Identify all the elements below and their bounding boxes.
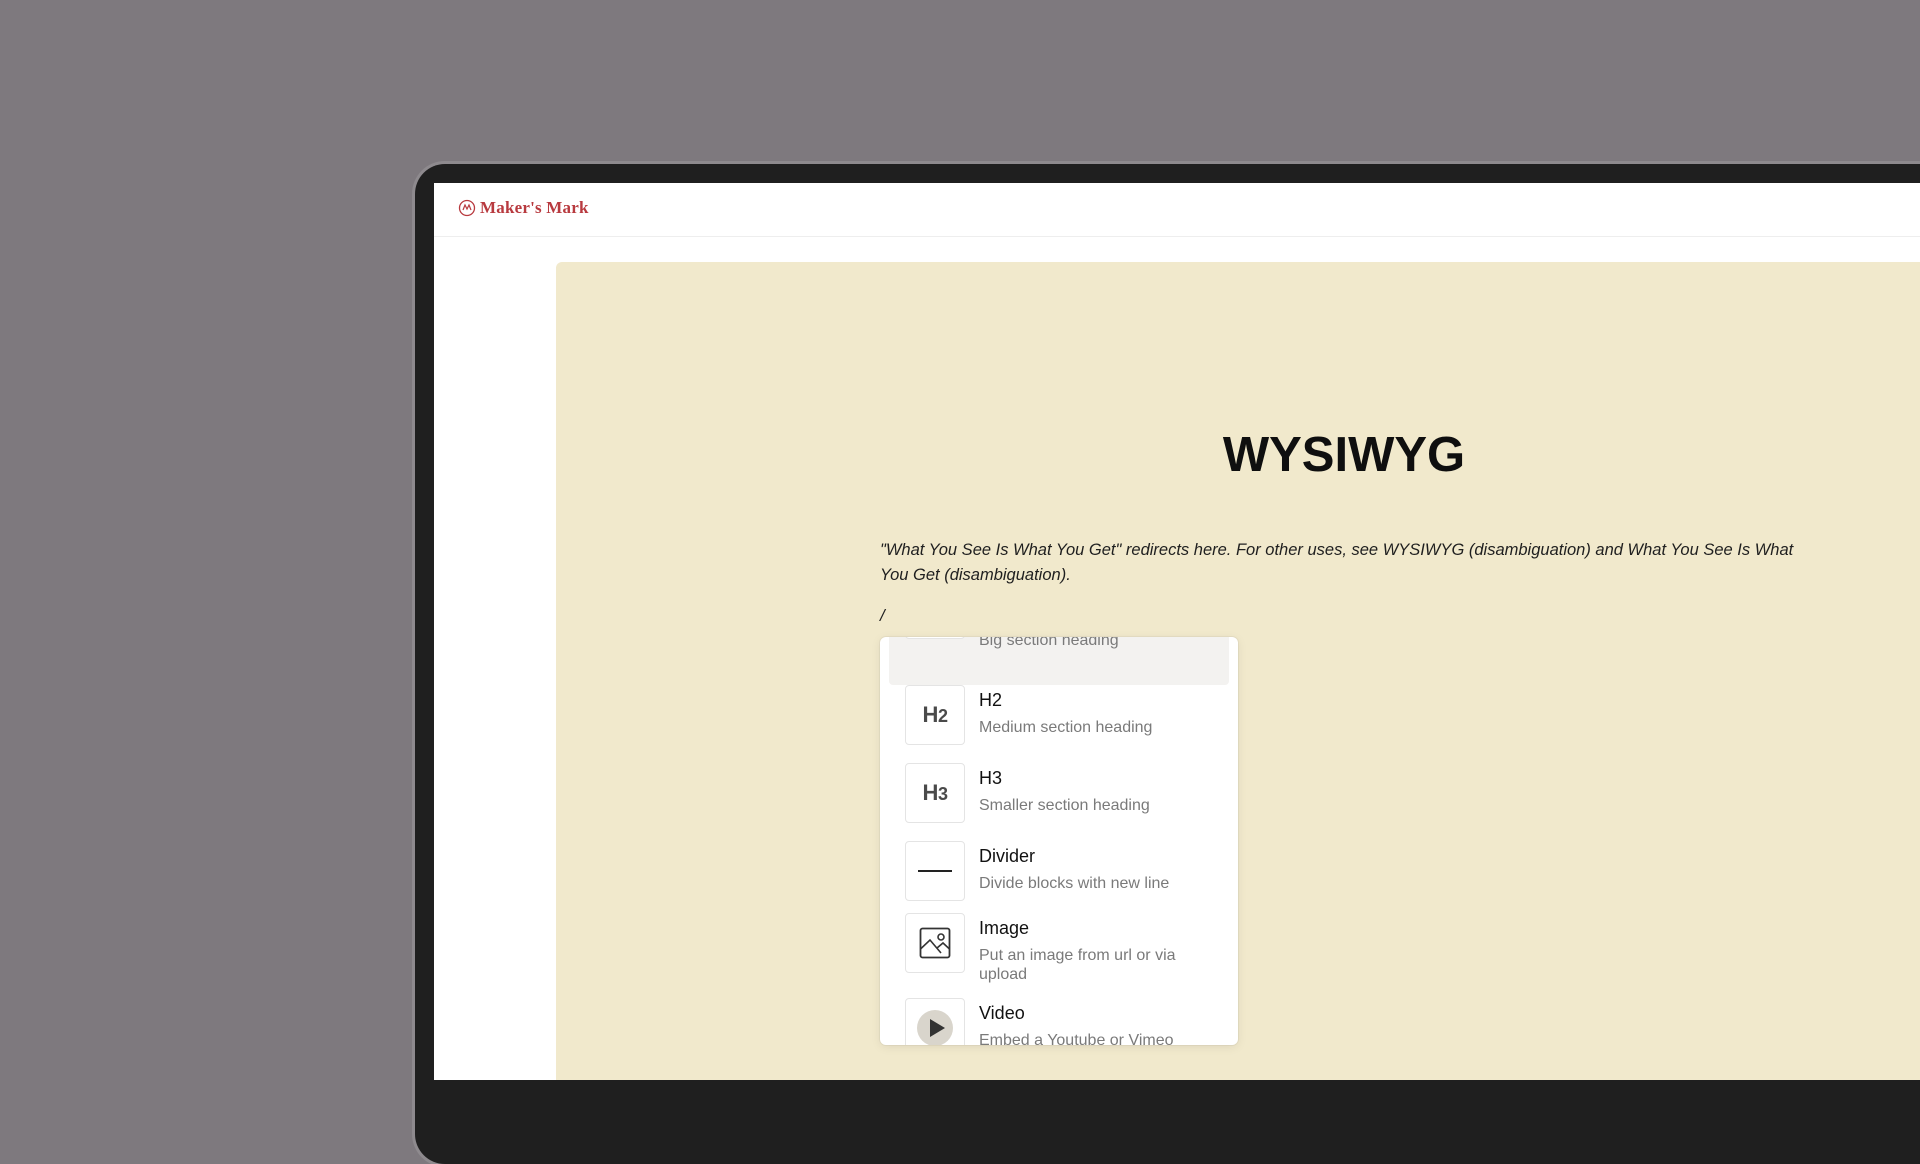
menu-item-title: Divider [979,846,1036,866]
menu-item-divider[interactable]: Divider Divide blocks with new line [880,841,1238,913]
divider-icon [905,841,965,901]
editor-canvas[interactable]: WYSIWYG "What You See Is What You Get" r… [556,262,1920,1080]
document-lead-paragraph[interactable]: "What You See Is What You Get" redirects… [880,538,1800,588]
h2-icon: H2 [905,685,965,745]
h3-icon: H3 [905,763,965,823]
menu-item-description: Big section heading [979,637,1119,649]
document-title[interactable]: WYSIWYG [556,427,1920,483]
menu-item-title: Video [979,1003,1025,1023]
makers-mark-seal-icon [458,199,476,217]
menu-item-title: H2 [979,690,1003,710]
menu-item-description: Put an image from url or via upload [979,947,1176,983]
slash-command-input[interactable]: / [880,606,885,626]
video-play-icon [905,998,965,1045]
menu-item-description: Embed a Youtube or Vimeo video [979,1032,1174,1045]
menu-item-description: Divide blocks with new line [979,875,1170,892]
menu-item-h2[interactable]: H2 H2 Medium section heading [880,685,1238,763]
menu-item-image[interactable]: Image Put an image from url or via uploa… [880,913,1238,998]
menu-item-h3[interactable]: H3 H3 Smaller section heading [880,763,1238,841]
slash-command-menu: Big section heading H2 H2 Medium section… [880,637,1238,1045]
menu-item-video[interactable]: Video Embed a Youtube or Vimeo video [880,998,1238,1045]
image-icon [905,913,965,973]
h1-icon [905,637,965,639]
menu-item-description: Medium section heading [979,719,1153,736]
command-list: Big section heading H2 H2 Medium section… [880,637,1238,1045]
menu-item-description: Smaller section heading [979,797,1150,814]
menu-item-title: Image [979,918,1030,938]
brand-logo[interactable]: Maker's Mark [458,198,589,218]
menu-item-h1[interactable]: Big section heading [880,637,1238,685]
logo-text: Maker's Mark [480,198,589,217]
app-screen: Maker's Mark WYSIWYG "What You See Is Wh… [434,183,1920,1080]
menu-item-title: H3 [979,768,1003,788]
top-bar: Maker's Mark [434,183,1920,237]
